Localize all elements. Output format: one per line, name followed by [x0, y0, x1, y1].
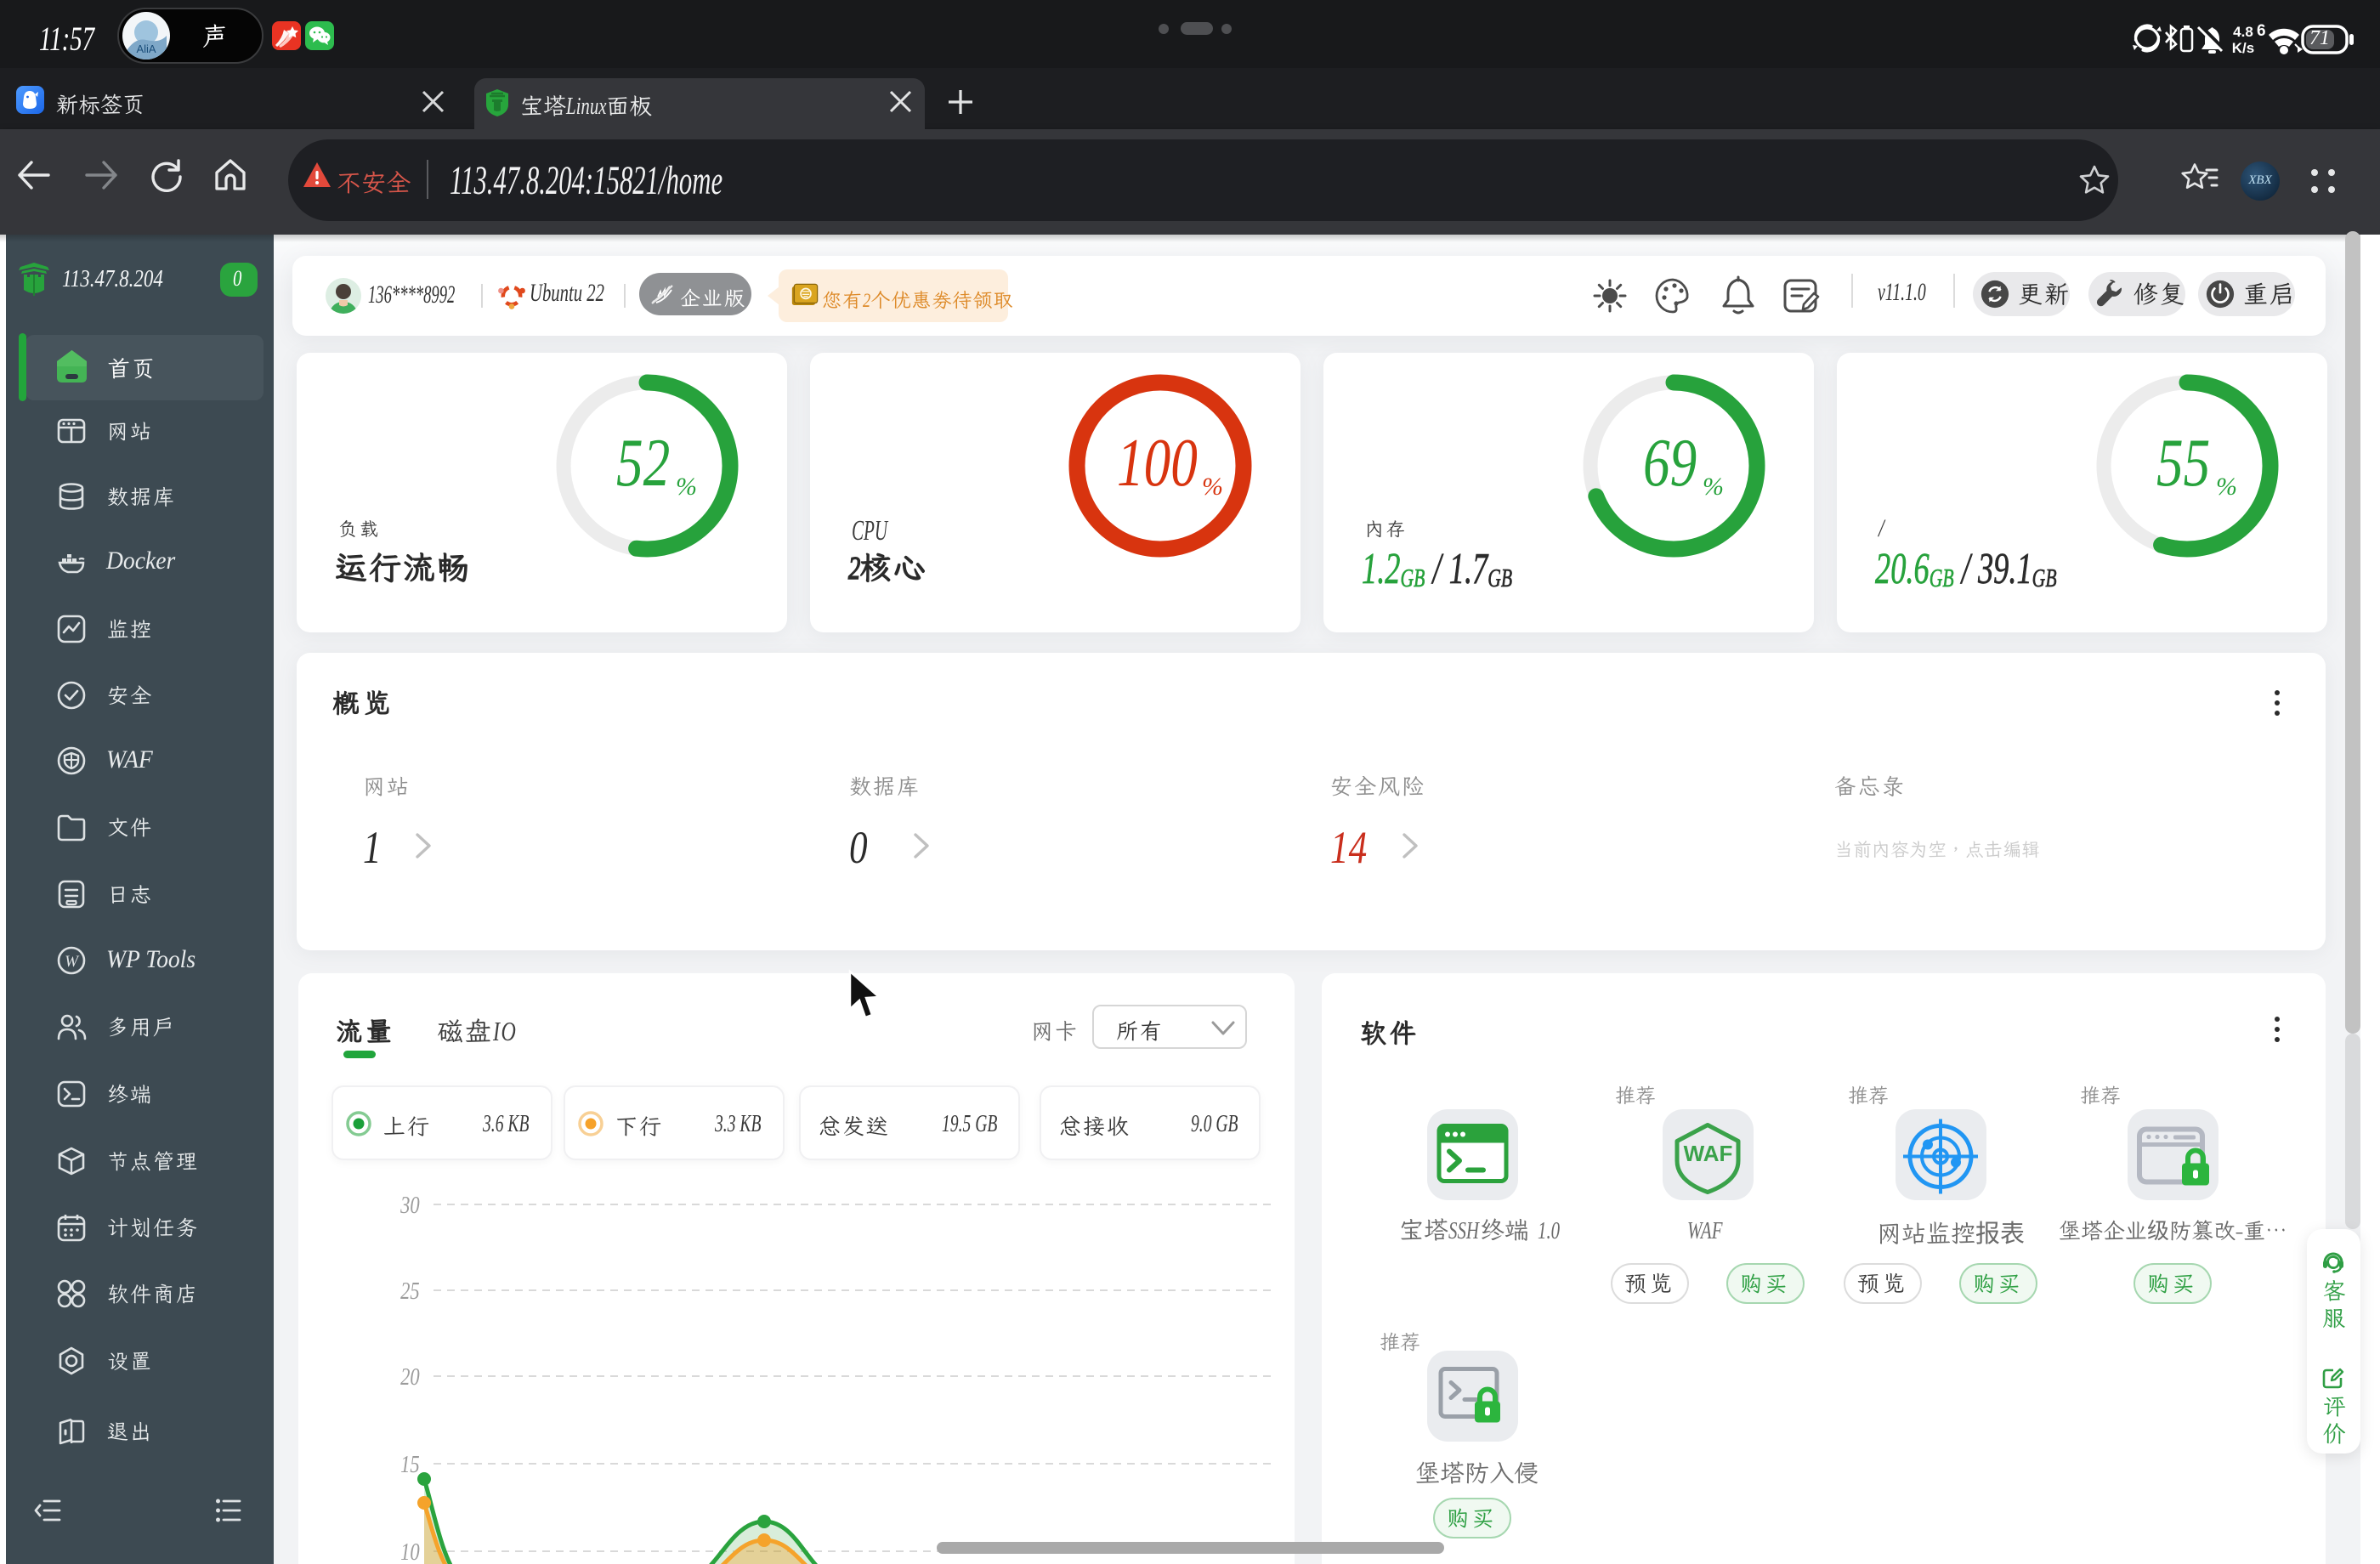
svg-text:20: 20 [400, 1363, 420, 1390]
svg-text:15: 15 [400, 1450, 420, 1477]
svg-text:30: 30 [400, 1191, 419, 1218]
svg-text:W: W [65, 953, 80, 971]
svg-text:10: 10 [400, 1538, 420, 1564]
svg-text:25: 25 [400, 1277, 420, 1304]
